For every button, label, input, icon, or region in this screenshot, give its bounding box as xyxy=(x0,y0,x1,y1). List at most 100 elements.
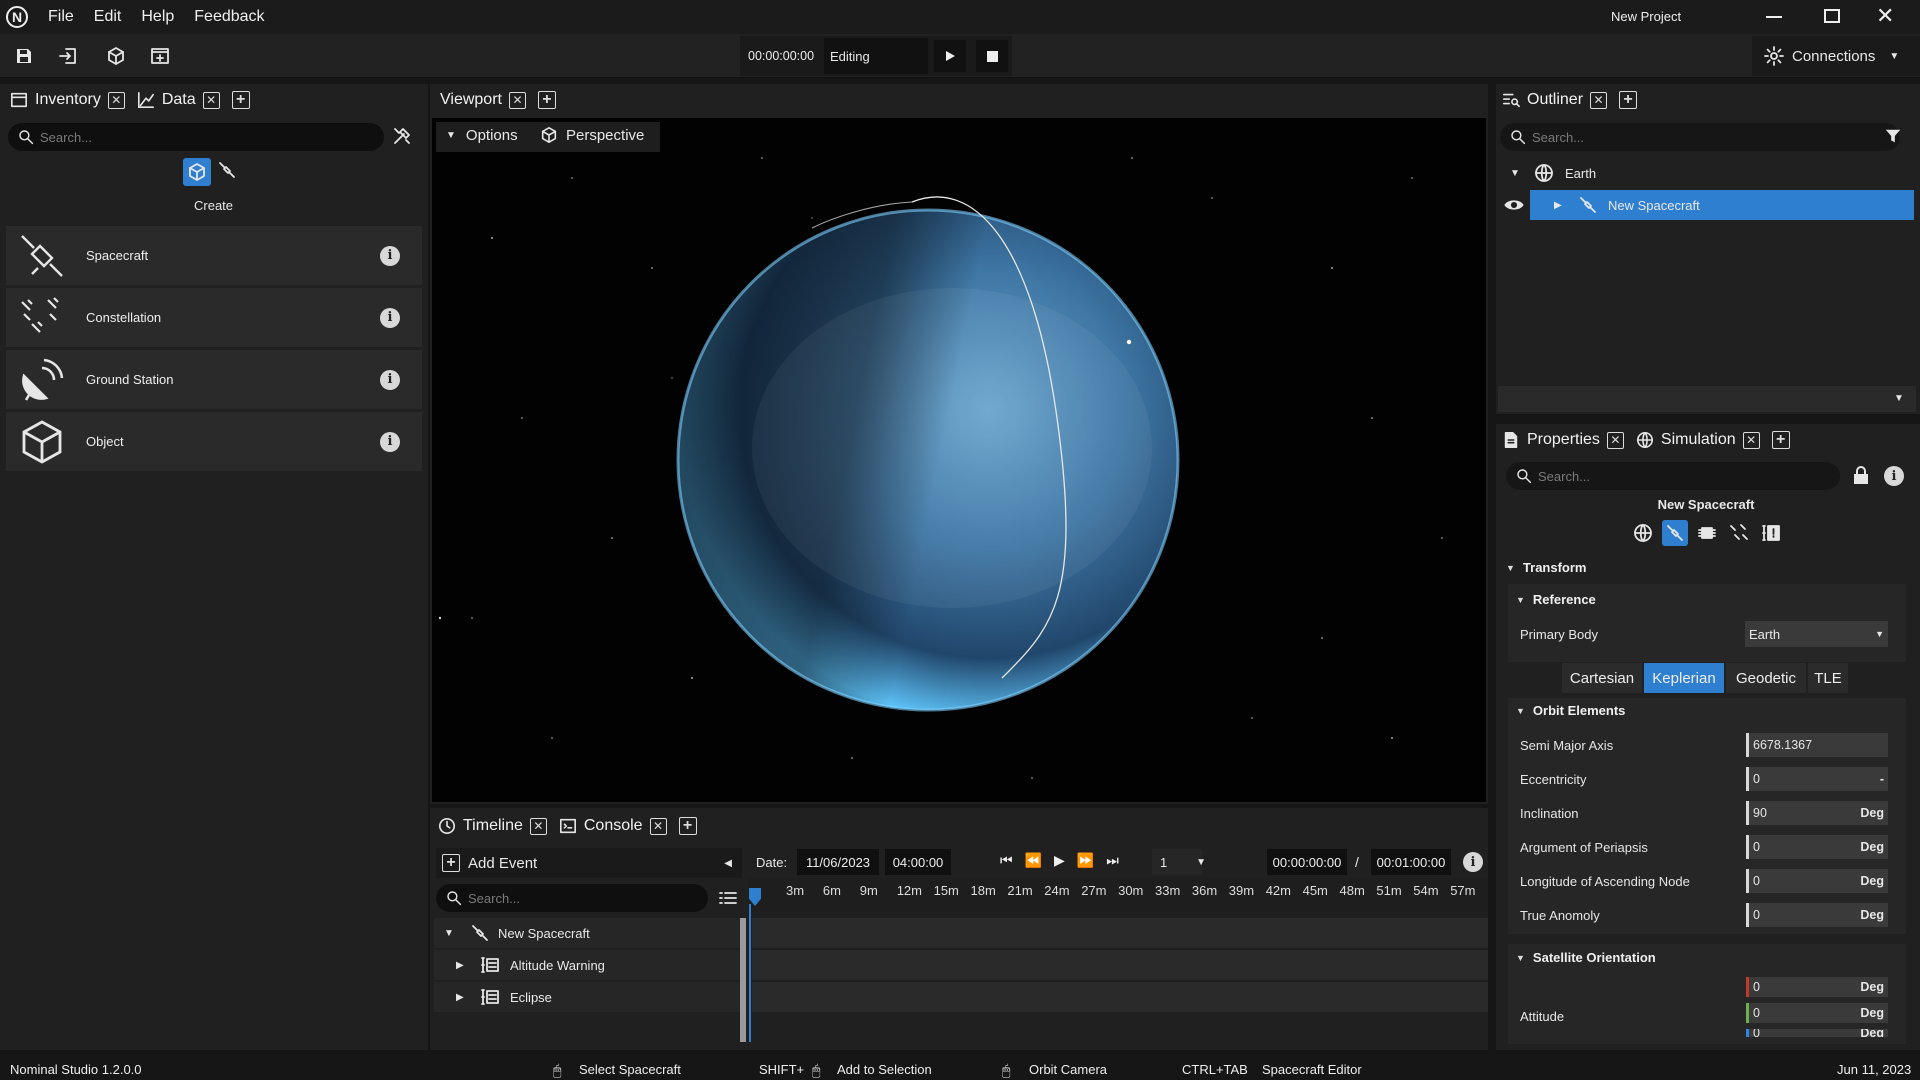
add-event-button[interactable]: + Add Event ◀ xyxy=(436,848,742,878)
menu-help[interactable]: Help xyxy=(141,8,174,26)
timeline-splitter[interactable] xyxy=(740,918,746,1042)
list-view-button[interactable] xyxy=(718,888,738,908)
tab-outliner[interactable]: Outliner ✕ xyxy=(1502,91,1608,109)
close-tab-properties-icon[interactable]: ✕ xyxy=(1606,431,1624,449)
save-button[interactable] xyxy=(8,40,40,72)
spacecraft-marker[interactable] xyxy=(1126,339,1132,345)
timeline-search-input[interactable] xyxy=(468,890,691,906)
inventory-item-constellation[interactable]: Constellation i xyxy=(6,288,422,347)
reference-section[interactable]: ▼ Reference xyxy=(1516,592,1596,607)
timeline-item-spacecraft[interactable]: ▼ New Spacecraft xyxy=(434,918,740,948)
inventory-search[interactable] xyxy=(8,123,384,151)
new-panel-button[interactable] xyxy=(144,40,176,72)
time-field[interactable]: 04:00:00 xyxy=(885,849,951,875)
inventory-item-spacecraft[interactable]: Spacecraft i xyxy=(6,226,422,285)
tab-inventory[interactable]: Inventory ✕ xyxy=(10,91,125,109)
inventory-item-object[interactable]: Object i xyxy=(6,412,422,471)
outliner-item-earth[interactable]: ▼ Earth xyxy=(1500,160,1916,186)
speed-select[interactable]: 1 ▼ xyxy=(1152,849,1206,875)
chevron-down-icon[interactable]: ▼ xyxy=(1894,393,1904,404)
add-tab-icon[interactable]: + xyxy=(1771,431,1790,449)
attitude-field[interactable]: 0 Deg xyxy=(1746,977,1888,997)
skip-start-icon[interactable]: ⏮ xyxy=(1000,852,1013,869)
timeline-info-icon[interactable]: i xyxy=(1463,852,1483,872)
minimize-button[interactable] xyxy=(1766,16,1782,18)
rewind-icon[interactable]: ⏪ xyxy=(1025,852,1042,869)
properties-info-icon[interactable]: i xyxy=(1884,466,1904,486)
connections-button[interactable]: Connections ▼ xyxy=(1752,36,1920,76)
close-tab-data-icon[interactable]: ✕ xyxy=(202,91,220,109)
timeline-track[interactable] xyxy=(752,982,1488,1012)
close-window-button[interactable]: ✕ xyxy=(1876,3,1894,29)
stop-button[interactable] xyxy=(976,40,1008,72)
tab-data[interactable]: Data ✕ xyxy=(137,91,220,109)
outliner-search[interactable] xyxy=(1500,123,1900,151)
tab-properties[interactable]: Properties ✕ xyxy=(1502,431,1624,449)
close-tab-console-icon[interactable]: ✕ xyxy=(649,817,667,835)
info-icon[interactable]: i xyxy=(380,431,400,452)
menu-edit[interactable]: Edit xyxy=(94,8,122,26)
lock-button[interactable] xyxy=(1851,465,1871,485)
mode-cartesian[interactable]: Cartesian xyxy=(1562,663,1642,693)
play-button[interactable] xyxy=(934,40,966,72)
transform-section[interactable]: ▼ Transform xyxy=(1506,560,1587,575)
add-object-button[interactable] xyxy=(100,40,132,72)
maximize-button[interactable] xyxy=(1824,9,1840,23)
timeline-item-altitude-warning[interactable]: ▶ Altitude Warning xyxy=(434,950,740,980)
timeline-search[interactable] xyxy=(436,884,708,912)
info-icon[interactable]: i xyxy=(380,307,400,328)
date-field[interactable]: 11/06/2023 xyxy=(797,849,879,875)
primary-body-select[interactable]: Earth ▼ xyxy=(1745,621,1888,647)
orbit-element-field[interactable]: 0 Deg xyxy=(1746,835,1888,859)
tab-viewport[interactable]: Viewport ✕ xyxy=(440,91,526,109)
play-icon[interactable]: ▶ xyxy=(1054,852,1065,869)
current-time-field[interactable]: 00:00:00:00 xyxy=(1267,849,1347,875)
outliner-search-input[interactable] xyxy=(1532,129,1864,145)
info-icon[interactable]: i xyxy=(380,369,400,390)
create-object-button[interactable] xyxy=(183,158,211,186)
close-tab-simulation-icon[interactable]: ✕ xyxy=(1742,431,1760,449)
component-spacecraft-button[interactable] xyxy=(1662,520,1688,546)
options-dropdown[interactable]: ▼ Options xyxy=(446,127,518,144)
import-button[interactable] xyxy=(52,40,84,72)
tab-simulation[interactable]: Simulation ✕ xyxy=(1636,431,1760,449)
tab-console[interactable]: Console ✕ xyxy=(559,817,667,835)
close-tab-viewport-icon[interactable]: ✕ xyxy=(508,91,526,109)
add-tab-icon[interactable]: + xyxy=(1619,91,1638,109)
add-tab-icon[interactable]: + xyxy=(231,91,250,109)
attitude-field[interactable]: 0 Deg xyxy=(1746,1003,1888,1023)
component-hardware-button[interactable] xyxy=(1694,520,1720,546)
mode-geodetic[interactable]: Geodetic xyxy=(1726,663,1806,693)
component-globe-button[interactable] xyxy=(1630,520,1656,546)
timeline-item-eclipse[interactable]: ▶ Eclipse xyxy=(434,982,740,1012)
add-tab-icon[interactable]: + xyxy=(537,91,556,109)
inventory-search-input[interactable] xyxy=(40,129,352,145)
outliner-item-spacecraft[interactable]: ▶ New Spacecraft xyxy=(1530,190,1914,220)
fast-forward-icon[interactable]: ⏩ xyxy=(1077,852,1094,869)
visibility-toggle[interactable] xyxy=(1500,192,1528,218)
skip-end-icon[interactable]: ⏭ xyxy=(1106,852,1119,869)
camera-dropdown[interactable]: Perspective xyxy=(540,126,644,144)
close-tab-inventory-icon[interactable]: ✕ xyxy=(107,91,125,109)
satellite-orientation-section[interactable]: ▼ Satellite Orientation xyxy=(1516,950,1656,965)
add-tab-icon[interactable]: + xyxy=(678,817,697,835)
orbit-element-field[interactable]: 0- xyxy=(1746,767,1888,791)
orbit-element-field[interactable]: 0 Deg xyxy=(1746,869,1888,893)
orbit-elements-section[interactable]: ▼ Orbit Elements xyxy=(1516,703,1625,718)
orbit-element-field[interactable]: 90 Deg xyxy=(1746,801,1888,825)
menu-feedback[interactable]: Feedback xyxy=(194,8,264,26)
orbit-element-field[interactable]: 0 Deg xyxy=(1746,903,1888,927)
collapse-left-icon[interactable]: ◀ xyxy=(724,858,732,869)
create-spacecraft-button[interactable] xyxy=(217,160,237,180)
end-time-field[interactable]: 00:01:00:00 xyxy=(1371,849,1451,875)
component-constellation-button[interactable] xyxy=(1726,520,1752,546)
inventory-item-ground-station[interactable]: Ground Station i xyxy=(6,350,422,409)
close-tab-outliner-icon[interactable]: ✕ xyxy=(1590,91,1608,109)
info-icon[interactable]: i xyxy=(380,245,400,266)
attitude-field[interactable]: 0 Deg xyxy=(1746,1029,1888,1037)
mode-keplerian[interactable]: Keplerian xyxy=(1644,663,1724,693)
timeline-track[interactable] xyxy=(752,950,1488,980)
menu-file[interactable]: File xyxy=(48,8,74,26)
component-events-button[interactable] xyxy=(1758,520,1784,546)
properties-search[interactable] xyxy=(1506,462,1840,490)
